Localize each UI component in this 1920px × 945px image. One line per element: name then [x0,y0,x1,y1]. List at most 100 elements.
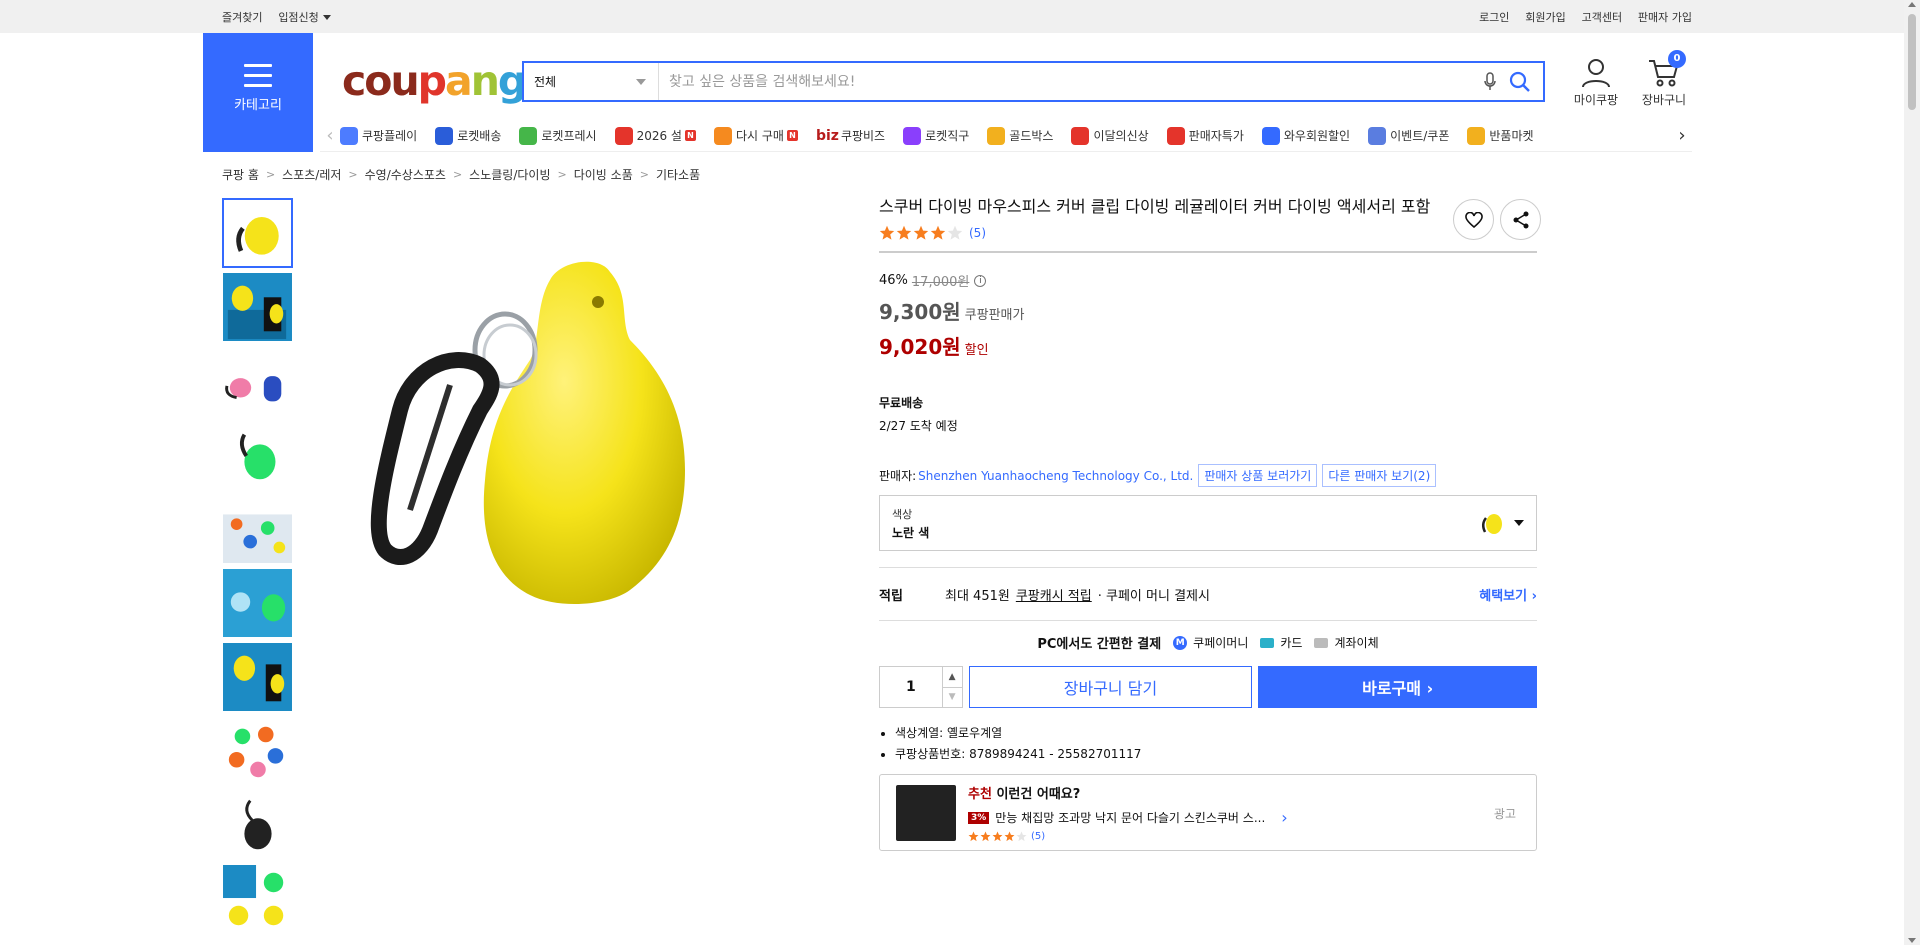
signup-link[interactable]: 회원가입 [1525,11,1565,24]
search-icon[interactable] [1509,71,1531,93]
shipping-info: 무료배송 2/27 도착 예정 [879,394,1537,434]
nav-item[interactable]: biz 쿠팡비즈 [816,127,885,145]
nav-item[interactable]: 와우회원할인 [1261,126,1350,145]
thumbnail-7[interactable] [222,642,293,712]
breadcrumb-link[interactable]: 스포츠/레저 [282,166,341,183]
login-link[interactable]: 로그인 [1479,11,1509,24]
recommend-rating: (5) [968,831,1288,842]
pay-method-coupay: 쿠페이머니 [1193,636,1249,650]
buy-now-button[interactable]: 바로구매 › [1258,666,1538,708]
page-scrollbar[interactable] [1904,0,1920,945]
coupang-cash-link[interactable]: 쿠팡캐시 적립 [1016,585,1092,604]
bookmark-link[interactable]: 즐겨찾기 [222,11,262,24]
option-value: 노란 색 [892,525,930,540]
nav-icon [1467,126,1486,145]
nav-item[interactable]: 반품마켓 [1467,126,1534,145]
reward-amount: 최대 451원 [945,588,1010,604]
nav-item[interactable]: 이달의신상 [1071,126,1149,145]
search-category-value: 전체 [534,75,557,89]
category-button[interactable]: 카테고리 [203,33,313,152]
payment-methods: PC에서도 간편한 결제 M 쿠페이머니 카드 계좌이체 [879,633,1537,652]
nav-item[interactable]: 다시 구매 N [713,126,798,145]
color-option-select[interactable]: 색상 노란 색 [879,495,1537,551]
seller-apply-link[interactable]: 입점신청 [278,10,331,24]
nav-item[interactable]: 골드박스 [987,126,1053,145]
info-icon[interactable]: i [974,274,987,287]
nav-label: 쿠팡비즈 [840,129,886,143]
thumbnail-list [222,198,294,938]
recommendation-card[interactable]: 추천 이런건 어때요? 3% 만능 채집망 조과망 낙지 문어 다슬기 스킨스쿠버… [879,774,1537,851]
star-icon [896,225,912,240]
heart-icon [1464,211,1483,228]
nav-item[interactable]: 로켓직구 [903,126,969,145]
sale-label: 할인 [964,343,989,358]
benefits-link[interactable]: 혜택보기 › [1479,585,1537,604]
scroll-down-icon[interactable] [1908,938,1916,943]
thumbnail-1[interactable] [222,198,293,268]
breadcrumb-link[interactable]: 기타소품 [656,166,700,183]
seller-products-button[interactable]: 판매자 상품 보러가기 [1198,464,1318,487]
thumbnail-4[interactable] [222,420,293,490]
pay-method-card: 카드 [1280,636,1303,650]
thumbnail-8[interactable] [222,716,293,786]
other-sellers-button[interactable]: 다른 판매자 보기(2) [1322,464,1437,487]
seller-apply-label: 입점신청 [278,10,319,24]
attribute-color: 색상계열: 옐로우계열 [895,724,1537,741]
seller-name-link[interactable]: Shenzhen Yuanhaocheng Technology Co., Lt… [918,469,1193,483]
product-title: 스쿠버 다이빙 마우스피스 커버 클립 다이빙 레귤레이터 커버 다이빙 액세서… [879,197,1431,216]
scroll-thumb[interactable] [1908,14,1916,110]
nav-item[interactable]: 로켓프레시 [519,126,597,145]
thumbnail-2[interactable] [222,272,293,342]
add-to-cart-button[interactable]: 장바구니 담기 [968,666,1253,708]
nav-item[interactable]: 이벤트/쿠폰 [1368,126,1449,145]
thumbnail-10[interactable] [222,864,293,934]
search-input[interactable] [659,63,1483,100]
breadcrumb-separator-icon: > [557,168,567,181]
cart-button[interactable]: 0 장바구니 [1634,50,1694,108]
star-icon [947,225,963,240]
star-icon [992,831,1003,842]
nav-item[interactable]: 로켓배송 [435,126,501,145]
breadcrumb-link[interactable]: 수영/수상스포츠 [365,166,446,183]
nav-item[interactable]: 2026 설N [614,126,696,145]
nav-icon [987,126,1006,145]
share-button[interactable] [1500,199,1541,240]
nav-item[interactable]: 판매자특가 [1166,126,1244,145]
nav-item[interactable]: 쿠팡플레이 [340,126,417,145]
coupang-logo[interactable]: coupang [342,56,527,106]
quantity-up-icon[interactable]: ▲ [943,667,962,687]
nav-label: 2026 설 [636,129,682,143]
search-category-select[interactable]: 전체 [524,63,659,100]
nav-next-icon[interactable]: › [1672,125,1692,146]
breadcrumb-link[interactable]: 스노클링/다이빙 [469,166,550,183]
microphone-icon[interactable] [1483,71,1497,92]
thumbnail-5[interactable] [222,494,293,564]
breadcrumb-link[interactable]: 쿠팡 홈 [222,166,259,183]
breadcrumb-link[interactable]: 다이빙 소품 [574,166,633,183]
customer-center-link[interactable]: 고객센터 [1582,11,1622,24]
main-product-image[interactable] [330,210,810,690]
quantity-value[interactable]: 1 [880,667,942,707]
thumbnail-9[interactable] [222,790,293,860]
nav-icon [1166,126,1185,145]
new-badge: N [786,130,798,141]
service-nav: ‹ 쿠팡플레이 로켓배송 로켓프레시 2026 설 N 다시 구매 Nbiz 쿠팡비즈 로켓직구… [320,120,1692,152]
nav-icon [1368,126,1387,145]
wishlist-button[interactable] [1453,199,1494,240]
top-utility-bar: 즐겨찾기 입점신청 로그인 회원가입 고객센터 판매자 가입 [0,0,1904,33]
recommend-product-name: 만능 채집망 조과망 낙지 문어 다슬기 스킨스쿠버 스... [995,811,1266,825]
seller-signup-link[interactable]: 판매자 가입 [1638,11,1692,24]
thumbnail-3[interactable] [222,346,293,416]
thumbnail-6[interactable] [222,568,293,638]
nav-prev-icon[interactable]: ‹ [320,125,340,146]
price-label: 쿠팡판매가 [964,308,1025,323]
recommendation-image [896,784,956,841]
quantity-down-icon[interactable]: ▼ [942,686,962,708]
scroll-up-icon[interactable] [1908,2,1916,7]
payment-title: PC에서도 간편한 결제 [1037,637,1162,652]
breadcrumb: 쿠팡 홈 > 스포츠/레저 > 수영/수상스포츠 > 스노클링/다이빙 > 다이빙 소품 > 기타소… [222,166,700,183]
review-count-link[interactable]: (5) [969,226,986,240]
seller-row: 판매자: Shenzhen Yuanhaocheng Technology Co… [879,464,1537,487]
recommendation-product: 3% 만능 채집망 조과망 낙지 문어 다슬기 스킨스쿠버 스... › [968,808,1288,827]
mycoupang-button[interactable]: 마이쿠팡 [1566,58,1626,108]
